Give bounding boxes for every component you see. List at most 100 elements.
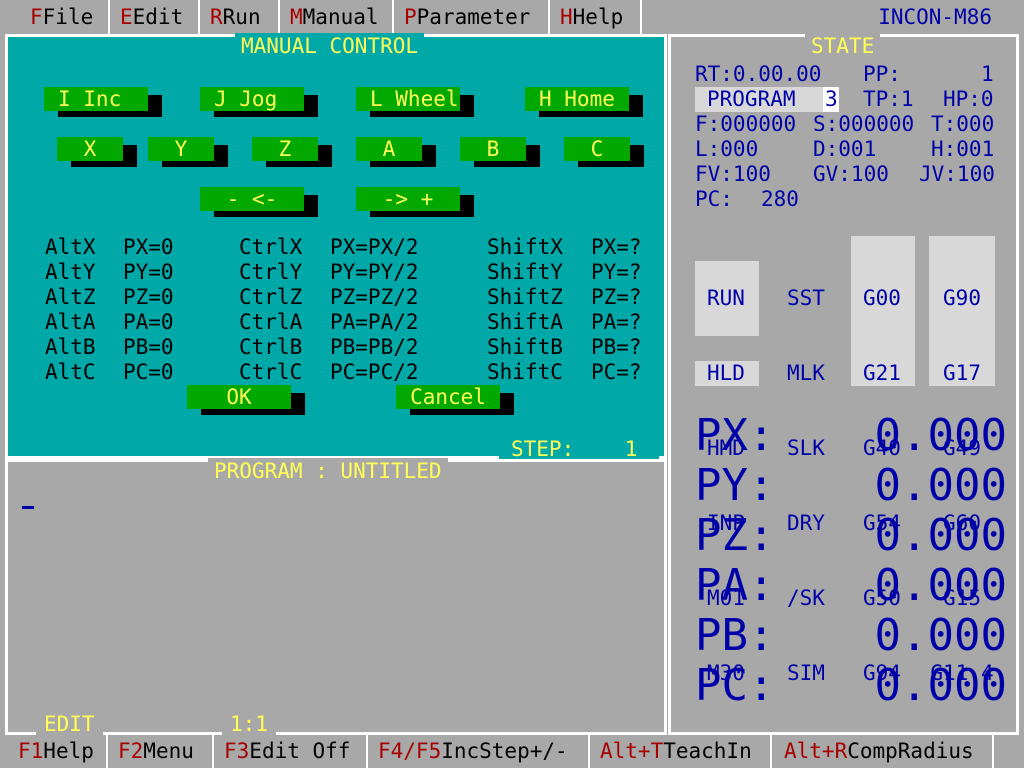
axis-pz-label: PZ: [695, 510, 775, 561]
inc-mode-button[interactable]: I Inc [44, 87, 162, 117]
axis-y-label: Y [174, 137, 188, 161]
ctrl-action: PB=PB/2 [330, 335, 419, 359]
shift-key: ShiftC [487, 360, 563, 384]
ctrl-actions-column: PX=PX/2 PY=PY/2 PZ=PZ/2 PA=PA/2 PB=PB/2 … [330, 235, 419, 385]
gcode-mode: G21 [863, 361, 901, 385]
gcode-mode: G17 [943, 361, 981, 385]
program-number-label: PROGRAM [707, 87, 796, 111]
menu-run-hotkey: R [210, 5, 223, 29]
axis-b-button[interactable]: B [460, 137, 540, 167]
fkey-inc-step-label: IncStep+/- [441, 739, 568, 763]
menu-edit-label: Edit [132, 5, 184, 29]
menu-manual-label: Manual [302, 5, 379, 29]
jog-mode-button[interactable]: J Jog [200, 87, 318, 117]
shift-action: PB=? [591, 335, 642, 359]
ctrl-action: PY=PY/2 [330, 260, 419, 284]
fkey-inc-step-hotkey: F4/F5 [378, 739, 442, 763]
pc-value: 280 [761, 187, 799, 211]
axis-a-button[interactable]: A [356, 137, 436, 167]
step-label: STEP: [511, 437, 575, 461]
axis-py-value: 0.000 [874, 460, 1007, 511]
ctrl-key: CtrlY [239, 260, 303, 284]
axis-pb-value: 0.000 [874, 610, 1007, 661]
shift-actions-column: PX=? PY=? PZ=? PA=? PB=? PC=? [591, 235, 642, 385]
axis-x-button[interactable]: X [57, 137, 137, 167]
manual-control-panel: MANUAL CONTROL I Inc J Jog L Wheel H Hom… [5, 33, 667, 462]
fkey-help[interactable]: F1Help [10, 735, 108, 768]
menu-run[interactable]: RRun [202, 0, 280, 34]
menu-file[interactable]: FFile [22, 0, 110, 34]
fkey-teach-in-hotkey: Alt+T [600, 739, 664, 763]
menu-parameter-label: Parameter [416, 5, 531, 29]
menu-manual[interactable]: MManual [282, 0, 394, 34]
menu-parameter[interactable]: PParameter [396, 0, 550, 34]
pc-label: PC: [695, 187, 733, 211]
ok-button[interactable]: OK [187, 385, 305, 415]
ctrl-action: PZ=PZ/2 [330, 285, 419, 309]
status-flag: SST [787, 286, 825, 310]
shift-action: PY=? [591, 260, 642, 284]
axis-c-label: C [590, 137, 604, 161]
menu-file-hotkey: F [30, 5, 43, 29]
menu-help-hotkey: H [560, 5, 573, 29]
axis-c-button[interactable]: C [564, 137, 644, 167]
shift-action: PX=? [591, 235, 642, 259]
axis-px-value: 0.000 [874, 410, 1007, 461]
fkey-comp-radius[interactable]: Alt+RCompRadius [776, 735, 994, 768]
alt-action: PC=0 [123, 360, 174, 384]
alt-key: AltX [45, 235, 96, 259]
axis-pz-value: 0.000 [874, 510, 1007, 561]
cancel-button[interactable]: Cancel [396, 385, 514, 415]
home-mode-label: H Home [539, 87, 615, 111]
ctrl-action: PA=PA/2 [330, 310, 419, 334]
ctrl-action: PX=PX/2 [330, 235, 419, 259]
axis-z-button[interactable]: Z [252, 137, 332, 167]
alt-action: PA=0 [123, 310, 174, 334]
alt-key: AltA [45, 310, 96, 334]
tool-readout: T:000 [931, 112, 995, 136]
menu-edit[interactable]: EEdit [112, 0, 200, 34]
brand-label: INCON-M86 [878, 5, 992, 29]
inc-mode-label: I Inc [58, 87, 122, 111]
fkey-teach-in[interactable]: Alt+TTeachIn [592, 735, 772, 768]
axis-pb-label: PB: [695, 610, 775, 661]
axis-pa-value: 0.000 [874, 560, 1007, 611]
program-title: PROGRAM : UNTITLED [208, 458, 448, 486]
pp-value: 1 [981, 62, 994, 86]
spindle-readout: S:000000 [813, 112, 915, 136]
home-mode-button[interactable]: H Home [525, 87, 643, 117]
wheel-mode-button[interactable]: L Wheel [356, 87, 474, 117]
fkey-comp-radius-hotkey: Alt+R [784, 739, 848, 763]
fkey-edit-off[interactable]: F3Edit Off [216, 735, 368, 768]
move-plus-button[interactable]: -> + [356, 187, 474, 217]
ctrl-key: CtrlA [239, 310, 303, 334]
move-plus-label: -> + [382, 187, 434, 211]
ctrl-key: CtrlZ [239, 285, 303, 309]
pp-label: PP: [863, 62, 901, 86]
menu-file-label: File [42, 5, 94, 29]
fkey-help-hotkey: F1 [18, 739, 44, 763]
alt-keys-column: AltX AltY AltZ AltA AltB AltC [45, 235, 96, 385]
l-readout: L:000 [695, 137, 759, 161]
move-minus-button[interactable]: - <- [200, 187, 318, 217]
shift-action: PA=? [591, 310, 642, 334]
status-flag: HLD [707, 361, 745, 385]
shift-key: ShiftY [487, 260, 563, 284]
cancel-label: Cancel [410, 385, 486, 409]
shift-action: PZ=? [591, 285, 642, 309]
fkey-menu[interactable]: F2Menu [110, 735, 214, 768]
fkey-inc-step[interactable]: F4/F5IncStep+/- [370, 735, 590, 768]
feed-readout: F:000000 [695, 112, 797, 136]
menu-help-label: Help [572, 5, 624, 29]
axis-y-button[interactable]: Y [148, 137, 228, 167]
fkey-comp-radius-label: CompRadius [847, 739, 974, 763]
fkey-edit-off-label: Edit Off [249, 739, 351, 763]
gv-readout: GV:100 [813, 162, 889, 186]
menu-parameter-hotkey: P [404, 5, 417, 29]
status-flag: MLK [787, 361, 825, 385]
manual-control-title: MANUAL CONTROL [235, 33, 425, 61]
menu-help[interactable]: HHelp [552, 0, 642, 34]
function-key-bar: F1Help F2Menu F3Edit Off F4/F5IncStep+/-… [0, 735, 1024, 768]
program-editor-panel[interactable]: PROGRAM : UNTITLED EDIT 1:1 [5, 458, 667, 737]
status-flag: RUN [707, 286, 745, 310]
